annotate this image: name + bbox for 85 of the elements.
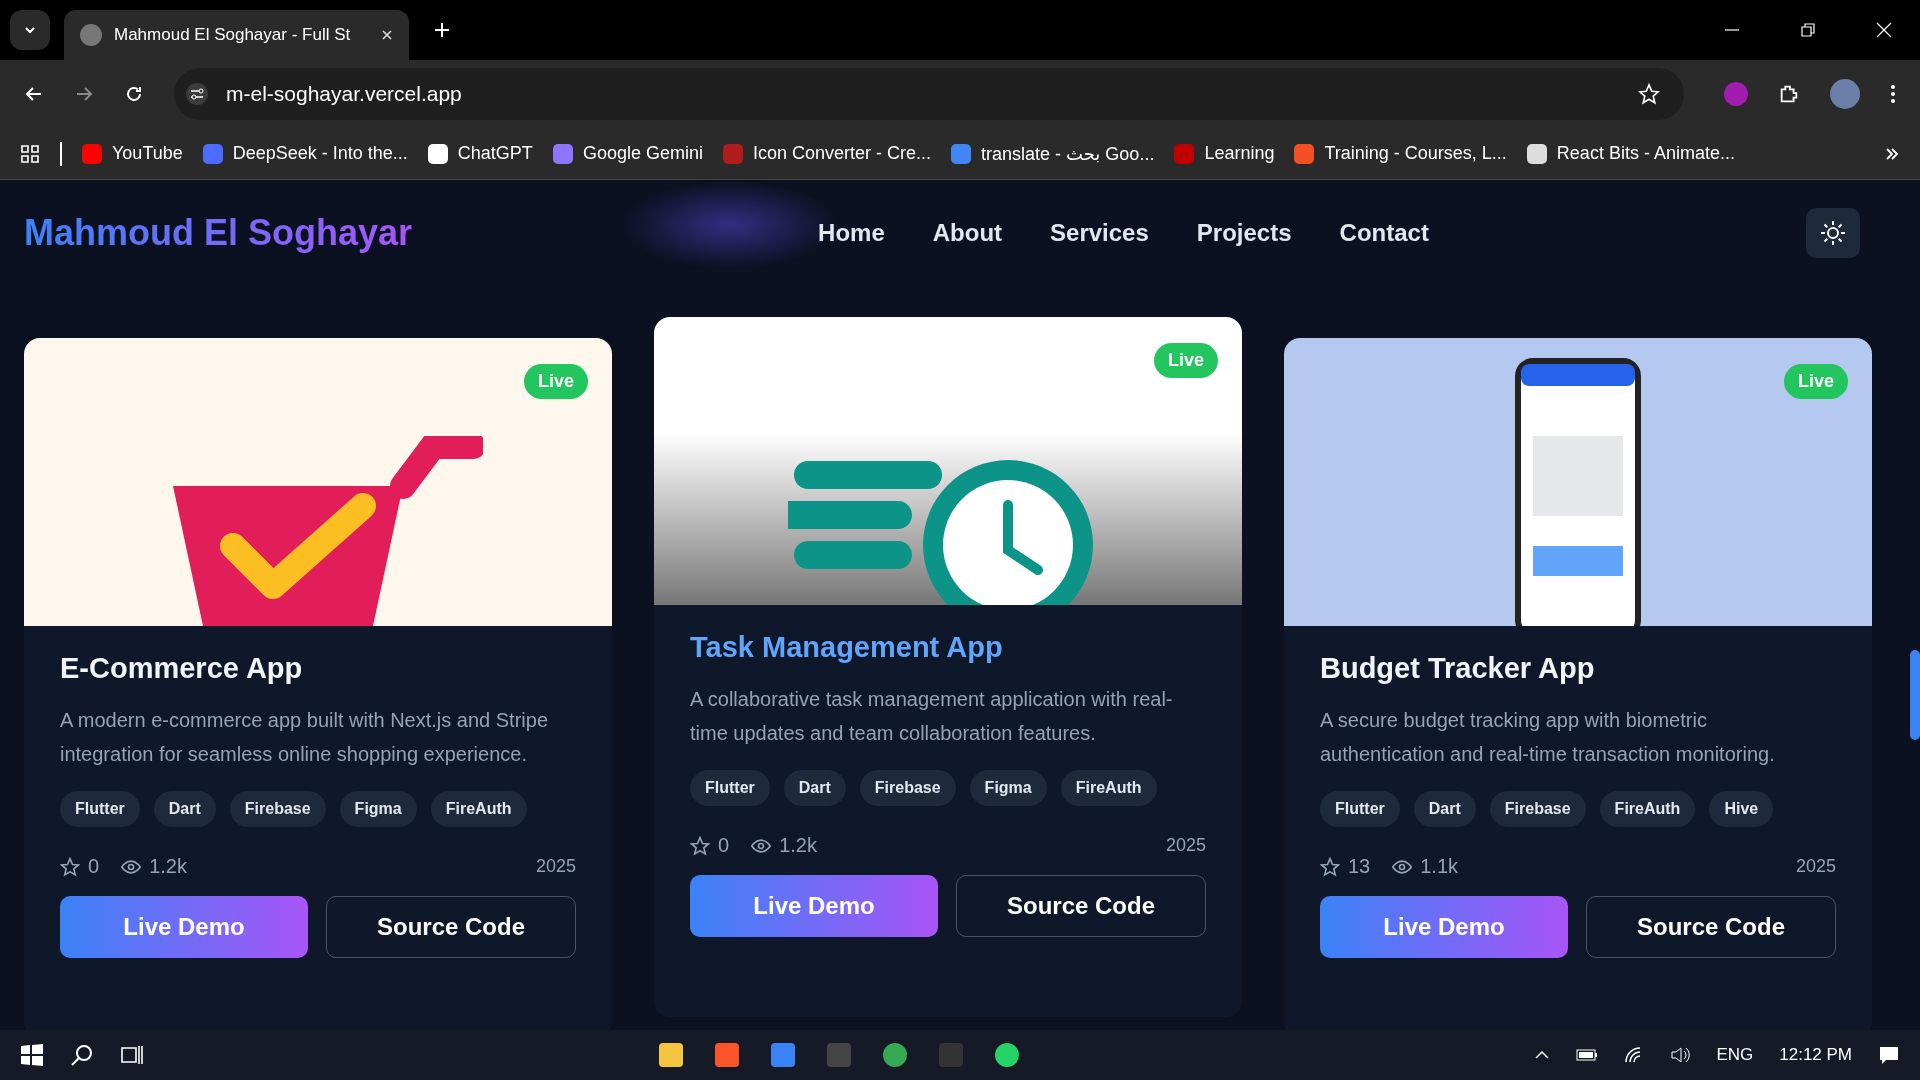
profile-avatar-icon[interactable]	[1830, 79, 1860, 109]
menu-icon[interactable]	[1890, 83, 1896, 105]
nav-link[interactable]: Services	[1050, 219, 1149, 247]
nav-link[interactable]: Home	[818, 219, 885, 247]
project-year: 2025	[1165, 835, 1206, 856]
project-card[interactable]: Live Task Management App A collaborative task management application with real-time updates and team collaboration features. Flutter Dart Firebase Figma FireAuth 0 1.2k 2025 Live Demo Source Code	[654, 317, 1242, 1017]
status-badge: Live	[1783, 364, 1848, 399]
speaker-icon[interactable]	[1670, 1046, 1691, 1064]
view-count: 1.1k	[1420, 855, 1459, 878]
view-count: 1.2k	[149, 855, 187, 878]
bookmark-item[interactable]: React Bits - Animate...	[1526, 143, 1735, 164]
theme-toggle-button[interactable]	[1806, 208, 1860, 258]
project-description: A collaborative task management application with real-time updates and team collaboration features.	[690, 687, 1174, 746]
tech-tag: Flutter	[60, 791, 140, 827]
bookmark-item[interactable]: DeepSeek - Into the...	[202, 143, 408, 164]
bookmark-item[interactable]: Learning	[1174, 143, 1275, 164]
language-indicator[interactable]: ENG	[1716, 1045, 1754, 1065]
tech-tag: Figma	[339, 791, 417, 827]
live-demo-button[interactable]: Live Demo	[690, 875, 938, 937]
site-favicon-icon	[80, 24, 102, 46]
search-icon[interactable]	[70, 1043, 94, 1067]
source-code-button[interactable]: Source Code	[956, 875, 1206, 937]
status-badge: Live	[1153, 343, 1218, 378]
tech-tag: FireAuth	[430, 791, 527, 827]
project-description: A secure budget tracking app with biometric authentication and real-time transaction monitoring.	[1320, 708, 1776, 767]
status-badge: Live	[523, 364, 588, 399]
nav-link[interactable]: Projects	[1196, 219, 1292, 247]
tech-tag: Firebase	[229, 791, 326, 827]
project-year: 2025	[535, 856, 576, 877]
tech-tag: FireAuth	[1060, 770, 1157, 806]
project-card[interactable]: Live E-Commerce App A modern e-commerce app built with Next.js and Stripe integration for seamless online shopping experience. Flutter Dart Firebase Figma FireAuth 0 1.2k 2025 Live Demo Source Code	[24, 338, 612, 1030]
star-icon	[60, 856, 80, 877]
tech-tag: Dart	[153, 791, 216, 827]
tech-tag: Flutter	[1320, 791, 1400, 827]
bookmark-item[interactable]: ChatGPT	[427, 143, 533, 164]
scrollbar-thumb[interactable]	[1910, 650, 1920, 740]
bookmark-item[interactable]: Google Gemini	[552, 143, 703, 164]
battery-icon[interactable]	[1576, 1048, 1599, 1062]
new-tab-icon[interactable]	[433, 21, 451, 39]
address-bar[interactable]: m-el-soghayar.vercel.app	[174, 68, 1684, 120]
project-title: Task Management App	[690, 631, 1004, 664]
star-count: 13	[1348, 855, 1371, 878]
tech-tag: Firebase	[1489, 791, 1586, 827]
project-title: Budget Tracker App	[1320, 652, 1596, 685]
close-icon[interactable]	[381, 29, 393, 41]
browser-tab[interactable]: Mahmoud El Soghayar - Full St	[64, 10, 409, 60]
bookmark-item[interactable]: translate - بحث Goo...	[951, 142, 1155, 165]
project-card[interactable]: Live Budget Tracker App A secure budget tracking app with biometric authentication and real-time transaction monitoring. Flutter Dart Firebase FireAuth Hive 13 1.1k 2025 Live Demo Source Code	[1284, 338, 1872, 1030]
source-code-button[interactable]: Source Code	[326, 896, 576, 958]
tech-tag: Firebase	[859, 770, 956, 806]
restore-icon[interactable]	[1800, 22, 1816, 38]
view-count: 1.2k	[779, 834, 817, 857]
star-icon[interactable]	[1638, 83, 1660, 105]
tech-tag: Flutter	[690, 770, 770, 806]
nav-link[interactable]: About	[932, 219, 1003, 247]
bookmark-item[interactable]: YouTube	[82, 143, 183, 164]
tech-tag: Dart	[783, 770, 846, 806]
clock-text[interactable]: 12:12 PM	[1779, 1045, 1852, 1065]
tech-tag: Hive	[1709, 791, 1774, 827]
tech-tag: Figma	[969, 770, 1047, 806]
app-icon[interactable]	[771, 1043, 796, 1067]
star-count: 0	[718, 834, 730, 857]
star-count: 0	[88, 855, 100, 878]
live-demo-button[interactable]: Live Demo	[60, 896, 308, 958]
source-code-button[interactable]: Source Code	[1586, 896, 1836, 958]
notifications-icon[interactable]	[1878, 1044, 1900, 1066]
live-demo-button[interactable]: Live Demo	[1320, 896, 1568, 958]
site-settings-icon[interactable]	[186, 83, 208, 105]
tech-tag: FireAuth	[1599, 791, 1696, 827]
star-icon	[1320, 856, 1340, 877]
apps-grid-icon[interactable]	[20, 143, 40, 164]
more-bookmarks-icon[interactable]	[1884, 145, 1900, 162]
project-year: 2025	[1795, 856, 1836, 877]
windows-start-icon[interactable]	[20, 1043, 44, 1067]
bookmark-item[interactable]: Icon Converter - Cre...	[722, 143, 931, 164]
puzzle-icon[interactable]	[1778, 83, 1800, 105]
tech-tag: Dart	[1413, 791, 1476, 827]
reload-icon[interactable]	[124, 84, 144, 104]
project-description: A modern e-commerce app built with Next.js and Stripe integration for seamless online shopping experience.	[60, 708, 549, 767]
project-title: E-Commerce App	[60, 652, 304, 685]
star-icon	[690, 835, 710, 856]
task-view-icon[interactable]	[120, 1043, 144, 1067]
bookmark-item[interactable]: Training - Courses, L...	[1294, 143, 1507, 164]
nav-link[interactable]: Contact	[1339, 219, 1429, 247]
sun-icon	[1820, 220, 1846, 246]
